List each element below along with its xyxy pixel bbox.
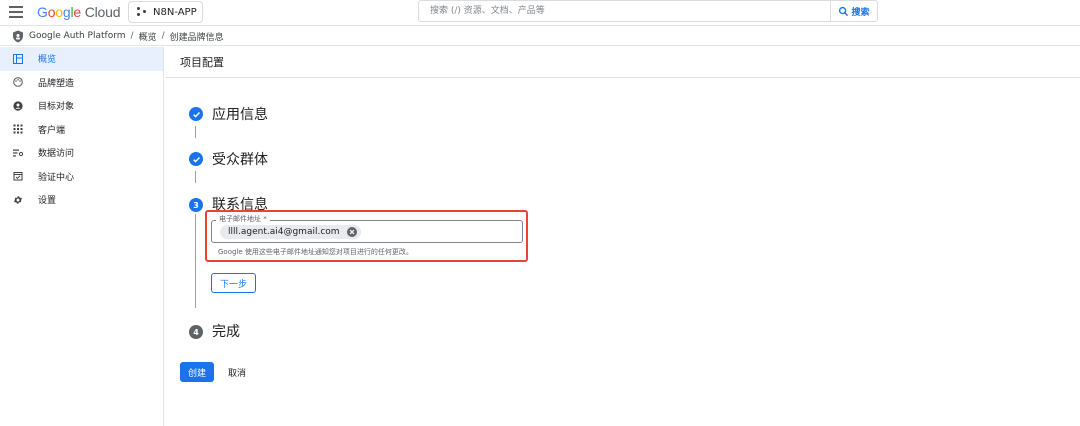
- search-bar: 搜索: [418, 0, 878, 22]
- breadcrumb-item-auth-platform[interactable]: Google Auth Platform: [29, 31, 126, 41]
- logo-cloud-text: Cloud: [84, 4, 121, 20]
- google-cloud-logo[interactable]: Google Cloud: [37, 4, 120, 20]
- title-divider: [165, 77, 1080, 78]
- sidebar-item-label: 验证中心: [38, 172, 75, 183]
- step-2-label[interactable]: 受众群体: [212, 149, 268, 169]
- sidebar-item-label: 客户端: [38, 125, 66, 136]
- breadcrumb-item-current: 创建品牌信息: [169, 32, 224, 43]
- sidebar-item-verification[interactable]: 验证中心: [0, 165, 163, 189]
- palette-icon: [12, 77, 23, 88]
- sidebar-item-label: 目标对象: [38, 102, 75, 113]
- sidebar-item-label: 概览: [38, 55, 57, 66]
- email-chip[interactable]: llll.agent.ai4@gmail.com: [220, 225, 361, 239]
- search-button[interactable]: 搜索: [830, 1, 877, 21]
- sidebar-item-audience[interactable]: 目标对象: [0, 94, 163, 118]
- grid-dots-icon: [12, 124, 23, 135]
- step-3-number-icon: 3: [189, 198, 203, 212]
- person-circle-icon: [12, 100, 23, 111]
- project-name: N8N-APP: [153, 6, 197, 18]
- step-4-label: 完成: [212, 324, 240, 340]
- next-step-button[interactable]: 下一步: [211, 273, 256, 293]
- cancel-button[interactable]: 取消: [222, 362, 252, 382]
- search-input[interactable]: [419, 1, 830, 21]
- search-icon: [839, 6, 849, 16]
- step-connector: [195, 171, 196, 183]
- breadcrumb-separator: /: [161, 31, 165, 41]
- search-button-label: 搜索: [851, 7, 870, 18]
- checkbox-calendar-icon: [12, 171, 23, 182]
- email-helper-text: Google 使用这些电子邮件地址通知您对项目进行的任何更改。: [218, 248, 413, 256]
- breadcrumb: Google Auth Platform / 概览 / 创建品牌信息: [0, 27, 1080, 46]
- email-chip-value: llll.agent.ai4@gmail.com: [228, 227, 340, 237]
- sidebar-item-data-access[interactable]: 数据访问: [0, 141, 163, 165]
- step-1-check-icon: [189, 107, 203, 121]
- step-1-label[interactable]: 应用信息: [212, 104, 268, 124]
- create-button[interactable]: 创建: [180, 362, 214, 382]
- page-title: 项目配置: [180, 56, 224, 69]
- breadcrumb-separator: /: [130, 31, 134, 41]
- sidebar-item-clients[interactable]: 客户端: [0, 118, 163, 142]
- remove-chip-icon[interactable]: [346, 227, 357, 237]
- shield-icon: [13, 30, 23, 42]
- step-2-check-icon: [189, 152, 203, 166]
- project-picker-button[interactable]: N8N-APP: [128, 1, 203, 23]
- email-field-label: 电子邮件地址 *: [216, 214, 270, 224]
- sidebar-item-branding[interactable]: 品牌塑造: [0, 71, 163, 95]
- menu-icon[interactable]: [9, 6, 23, 18]
- step-connector: [195, 126, 196, 138]
- step-4-number-icon: 4: [189, 325, 203, 339]
- sidebar-item-label: 设置: [38, 196, 57, 207]
- gear-icon: [12, 194, 23, 205]
- step-connector: [195, 214, 196, 308]
- sidebar-item-settings[interactable]: 设置: [0, 188, 163, 212]
- sidebar: 概览 品牌塑造 目标对象 客户端 数据访问 验证中心 设置: [0, 47, 164, 426]
- breadcrumb-item-overview[interactable]: 概览: [139, 30, 157, 43]
- project-icon: [137, 7, 147, 17]
- sidebar-item-overview[interactable]: 概览: [0, 47, 163, 71]
- filter-list-icon: [12, 147, 23, 158]
- top-bar: Google Cloud N8N-APP 搜索: [0, 0, 1080, 26]
- sidebar-item-label: 数据访问: [38, 149, 75, 160]
- sidebar-item-label: 品牌塑造: [38, 78, 75, 89]
- logo-google-text: Google: [37, 4, 81, 20]
- dashboard-icon: [12, 53, 23, 64]
